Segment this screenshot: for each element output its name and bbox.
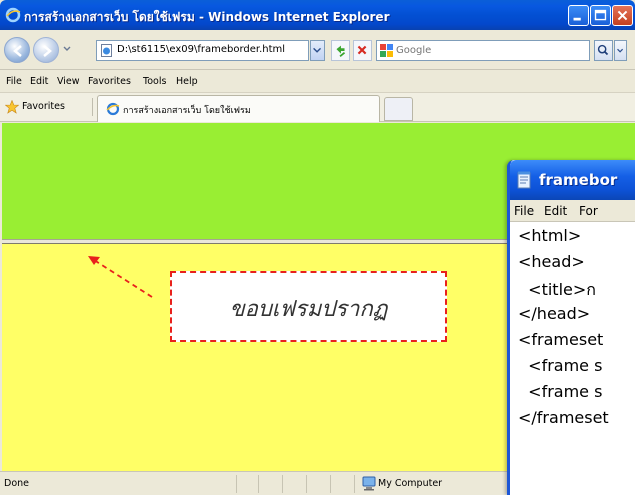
back-button[interactable]	[4, 37, 30, 63]
close-icon	[617, 10, 628, 21]
forward-button[interactable]	[33, 37, 59, 63]
annotation-label: ขอบเฟรมปรากฏ	[229, 297, 388, 322]
menu-bar: File Edit View Favorites Tools Help	[0, 71, 635, 93]
annotation-box: ขอบเฟรมปรากฏ	[170, 271, 447, 342]
address-field[interactable]: D:\st6115\ex09\frameborder.html	[96, 40, 309, 61]
status-separator	[258, 475, 259, 493]
page-icon	[101, 44, 112, 57]
status-separator	[306, 475, 307, 493]
code-line: <frame s	[518, 356, 603, 375]
code-line: </frameset	[518, 408, 609, 427]
tab-label: การสร้างเอกสารเว็บ โดยใช้เฟรม	[123, 106, 251, 116]
refresh-icon	[336, 45, 346, 58]
notepad-text-area[interactable]: <html> <head> <title>ก </head> <frameset…	[510, 222, 635, 495]
chevron-down-icon	[617, 48, 624, 53]
code-line: <title>ก	[518, 280, 596, 299]
search-input[interactable]	[396, 43, 586, 58]
new-tab-button[interactable]	[384, 97, 413, 121]
minimize-icon	[573, 17, 581, 21]
notepad-menu-edit[interactable]: Edit	[544, 204, 567, 218]
status-text: Done	[4, 478, 29, 489]
menu-help[interactable]: Help	[176, 76, 198, 87]
status-separator	[354, 475, 355, 493]
ie-tab-icon	[106, 102, 120, 116]
tab-active[interactable]: การสร้างเอกสารเว็บ โดยใช้เฟรม	[97, 95, 380, 122]
notepad-window: framebor File Edit For <html> <head> <ti…	[507, 160, 635, 495]
code-line: <frameset	[518, 330, 604, 349]
notepad-menu-format[interactable]: For	[579, 204, 598, 218]
toolbar-separator	[92, 98, 93, 116]
menu-favorites[interactable]: Favorites	[88, 76, 131, 87]
status-separator	[282, 475, 283, 493]
back-arrow-icon	[13, 45, 22, 57]
menu-edit[interactable]: Edit	[30, 76, 48, 87]
code-line: <html>	[518, 226, 582, 245]
refresh-button[interactable]	[331, 40, 350, 61]
status-separator	[236, 475, 237, 493]
google-icon	[380, 44, 393, 57]
maximize-button[interactable]	[590, 5, 611, 26]
favorites-star-icon[interactable]	[5, 100, 19, 114]
stop-button[interactable]	[353, 40, 372, 61]
computer-icon	[362, 476, 376, 491]
favorites-bar: Favorites การสร้างเอกสารเว็บ โดยใช้เฟรม	[0, 93, 635, 122]
favorites-button[interactable]: Favorites	[22, 101, 65, 112]
notepad-icon	[517, 171, 531, 189]
status-separator	[330, 475, 331, 493]
stop-icon	[357, 45, 367, 55]
search-icon	[597, 44, 609, 56]
window-title: การสร้างเอกสารเว็บ โดยใช้เฟรม - Windows …	[24, 10, 390, 24]
notepad-title-bar[interactable]: framebor	[510, 160, 635, 200]
annotation-arrow	[88, 256, 153, 298]
menu-view[interactable]: View	[57, 76, 80, 87]
code-line: </head>	[518, 304, 591, 323]
minimize-button[interactable]	[568, 5, 589, 26]
forward-arrow-icon	[43, 45, 52, 57]
security-zone-label: My Computer	[378, 478, 443, 489]
chevron-down-icon	[313, 47, 322, 53]
notepad-title: framebor	[539, 171, 618, 189]
ie-logo-icon	[5, 7, 21, 23]
notepad-menu-bar: File Edit For	[510, 200, 635, 222]
search-button[interactable]	[594, 40, 613, 61]
address-toolbar: D:\st6115\ex09\frameborder.html	[0, 30, 635, 70]
menu-file[interactable]: File	[6, 76, 22, 87]
recent-pages-dropdown-icon[interactable]	[62, 44, 72, 54]
notepad-menu-file[interactable]: File	[514, 204, 534, 218]
close-button[interactable]	[612, 5, 633, 26]
address-dropdown-button[interactable]	[310, 40, 325, 61]
menu-tools[interactable]: Tools	[143, 76, 166, 87]
code-line: <head>	[518, 252, 585, 271]
ie-title-bar[interactable]: การสร้างเอกสารเว็บ โดยใช้เฟรม - Windows …	[0, 0, 635, 30]
address-text: D:\st6115\ex09\frameborder.html	[117, 44, 286, 55]
maximize-icon	[594, 9, 607, 21]
search-field[interactable]	[376, 40, 590, 61]
search-options-button[interactable]	[614, 40, 627, 61]
code-line: <frame s	[518, 382, 603, 401]
